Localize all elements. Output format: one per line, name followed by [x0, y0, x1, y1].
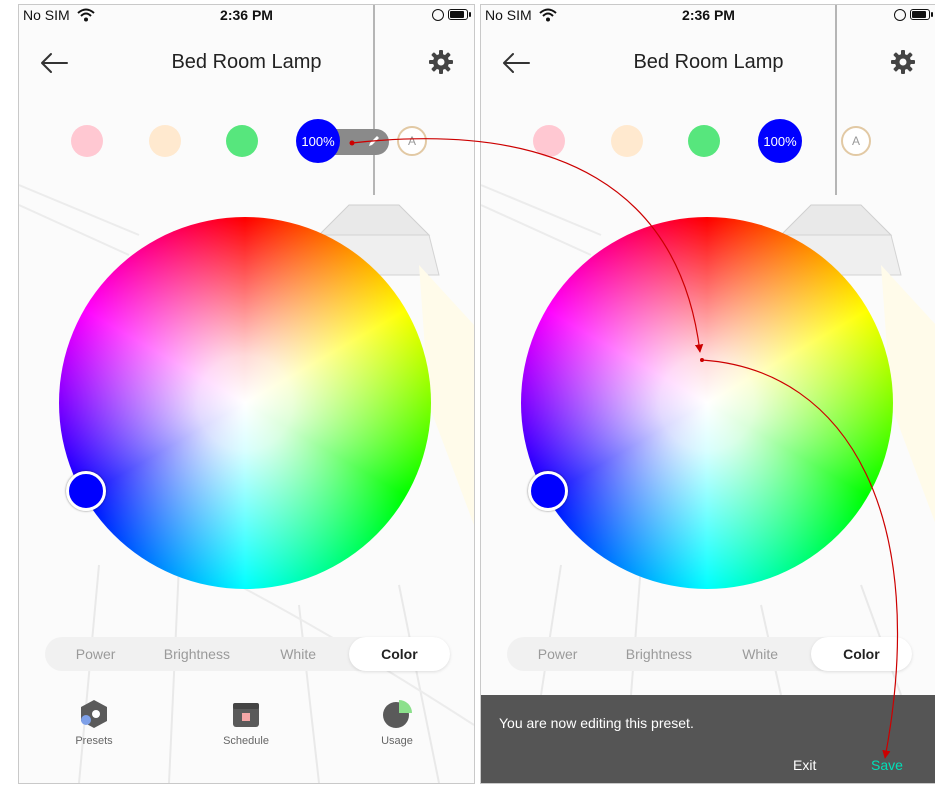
schedule-icon	[233, 703, 259, 727]
page-title: Bed Room Lamp	[633, 51, 784, 73]
phone-screen-left: No SIM 2:36 PM Bed Room Lamp 100% A Powe…	[18, 4, 475, 784]
edit-pencil-icon	[369, 136, 379, 146]
gear-icon[interactable]	[890, 49, 916, 75]
tab-power[interactable]: Power	[507, 637, 608, 671]
orientation-lock-icon	[894, 9, 906, 21]
gear-icon[interactable]	[428, 49, 454, 75]
color-picker-handle[interactable]	[528, 471, 568, 511]
tab-color[interactable]: Color	[348, 637, 450, 671]
tab-brightness[interactable]: Brightness	[608, 637, 709, 671]
color-wheel[interactable]	[521, 217, 893, 589]
preset-pink[interactable]	[533, 125, 565, 157]
nav-presets[interactable]: Presets	[54, 699, 134, 747]
color-picker-handle[interactable]	[66, 471, 106, 511]
status-bar: No SIM 2:36 PM	[19, 5, 474, 31]
battery-icon	[910, 9, 933, 20]
nav-usage-label: Usage	[381, 735, 413, 747]
status-bar: No SIM 2:36 PM	[481, 5, 935, 31]
battery-icon	[448, 9, 471, 20]
presets-icon	[81, 700, 107, 728]
orientation-lock-icon	[432, 9, 444, 21]
status-time: 2:36 PM	[682, 7, 735, 23]
nav-schedule-label: Schedule	[223, 735, 269, 747]
preset-blue-active[interactable]: 100%	[296, 119, 340, 163]
preset-cream[interactable]	[611, 125, 643, 157]
preset-pink[interactable]	[71, 125, 103, 157]
preset-cream[interactable]	[149, 125, 181, 157]
nav-presets-label: Presets	[75, 735, 113, 747]
tab-white[interactable]: White	[710, 637, 811, 671]
tab-power[interactable]: Power	[45, 637, 146, 671]
preset-auto[interactable]: A	[841, 126, 871, 156]
mode-tabs: Power Brightness White Color	[507, 637, 912, 671]
preset-green[interactable]	[688, 125, 720, 157]
usage-icon	[383, 700, 412, 728]
preset-auto[interactable]: A	[397, 126, 427, 156]
mode-tabs: Power Brightness White Color	[45, 637, 450, 671]
nav-usage[interactable]: Usage	[357, 699, 437, 747]
tab-white[interactable]: White	[248, 637, 349, 671]
color-wheel[interactable]	[59, 217, 431, 589]
preset-blue-active[interactable]: 100%	[758, 119, 802, 163]
status-time: 2:36 PM	[220, 7, 273, 23]
phone-screen-right: No SIM 2:36 PM Bed Room Lamp 100% A Powe…	[480, 4, 935, 784]
preset-green[interactable]	[226, 125, 258, 157]
tab-color[interactable]: Color	[810, 637, 912, 671]
exit-button[interactable]: Exit	[793, 757, 816, 773]
toast-message: You are now editing this preset.	[499, 715, 694, 731]
tab-brightness[interactable]: Brightness	[146, 637, 247, 671]
edit-preset-toast: You are now editing this preset. Exit Sa…	[481, 695, 935, 783]
save-button[interactable]: Save	[871, 757, 903, 773]
page-title: Bed Room Lamp	[171, 51, 322, 73]
nav-schedule[interactable]: Schedule	[206, 699, 286, 747]
